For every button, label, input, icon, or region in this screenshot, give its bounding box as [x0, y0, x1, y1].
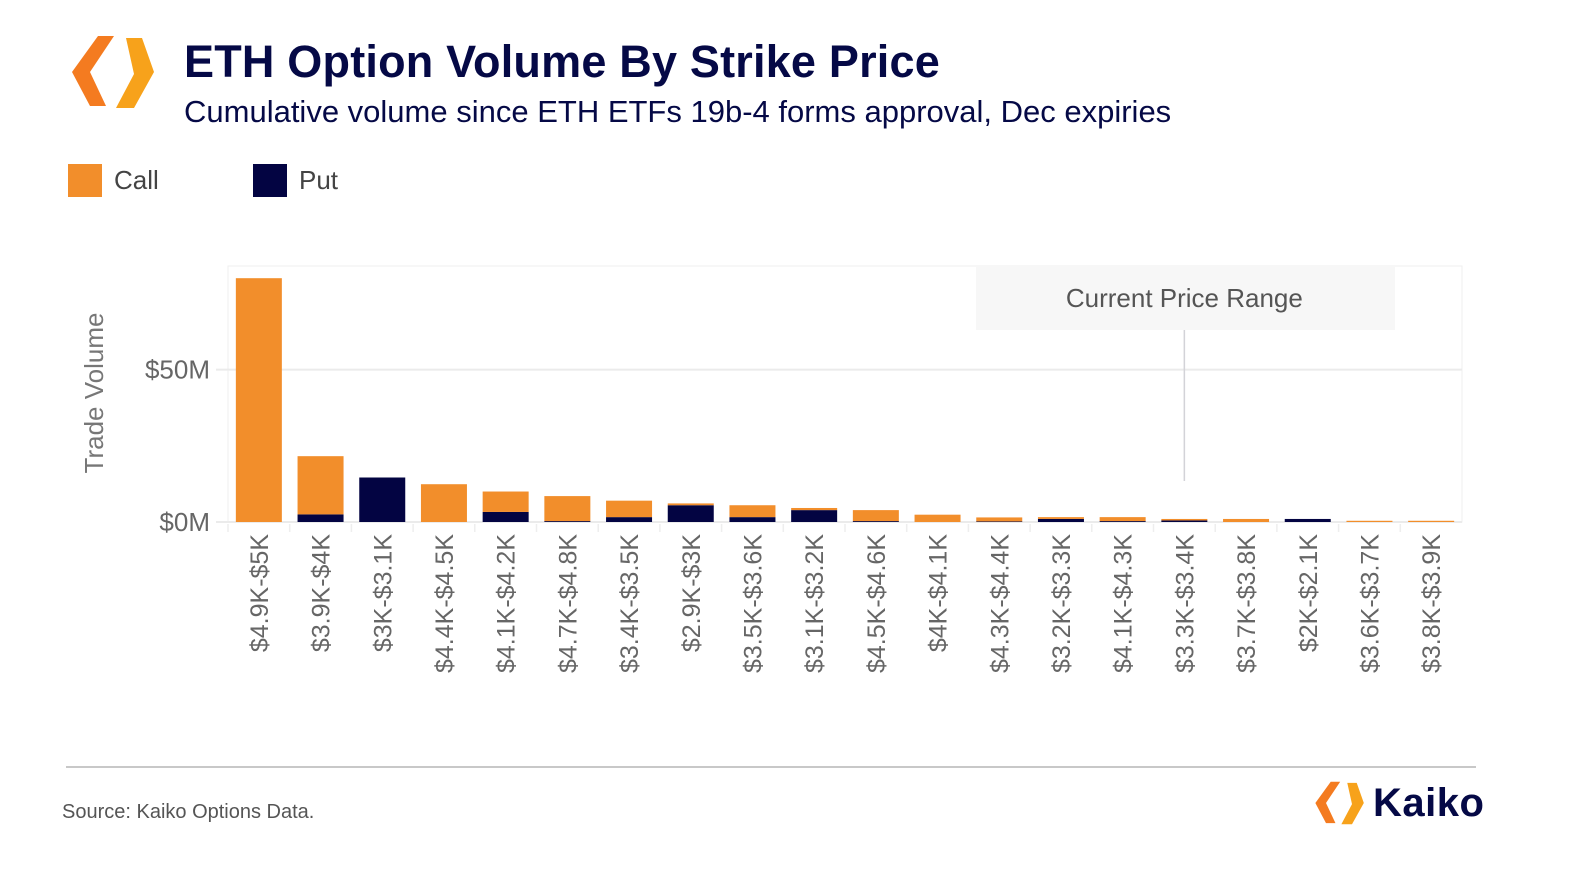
bar-put[interactable]	[852, 521, 899, 522]
x-tick-label: $3.7K-$3.8K	[1233, 534, 1261, 673]
bar-put[interactable]	[1099, 521, 1146, 522]
bar-call[interactable]	[1037, 517, 1084, 519]
x-tick-label: $3.2K-$3.3K	[1048, 534, 1076, 673]
bar-put[interactable]	[482, 511, 529, 522]
x-tick-label: $3.5K-$3.6K	[739, 534, 767, 673]
bar-call[interactable]	[976, 517, 1023, 522]
x-tick-label: $3.3K-$3.4K	[1171, 534, 1199, 673]
y-axis-title: Trade Volume	[79, 313, 109, 474]
x-tick-label: $3.4K-$3.5K	[616, 534, 644, 673]
x-tick-label: $4.7K-$4.8K	[554, 534, 582, 673]
bar-put[interactable]	[791, 510, 838, 522]
x-tick-label: $3.8K-$3.9K	[1418, 534, 1446, 673]
x-tick-label: $3K-$3.1K	[369, 534, 397, 652]
bar-put[interactable]	[297, 514, 344, 522]
brand-logo: Kaiko	[1313, 779, 1484, 827]
annotation: Current Price Range	[976, 266, 1395, 481]
x-tick-label: $4.4K-$4.5K	[431, 534, 459, 673]
bar-call[interactable]	[791, 507, 838, 511]
bar-call[interactable]	[1346, 520, 1393, 522]
bar-call[interactable]	[1161, 518, 1208, 521]
bar-put[interactable]	[729, 517, 776, 522]
x-tick-label: $4.1K-$4.2K	[493, 534, 521, 673]
footer-divider	[66, 766, 1476, 768]
x-tick-label: $3.6K-$3.7K	[1356, 534, 1384, 673]
bar-put[interactable]	[976, 521, 1023, 522]
x-tick-label: $3.9K-$4K	[308, 534, 336, 652]
x-tick-label: $4K-$4.1K	[925, 534, 953, 652]
y-tick-label: $0M	[159, 507, 210, 537]
kaiko-logo-small-icon	[1315, 781, 1364, 825]
x-tick-label: $2K-$2.1K	[1295, 534, 1323, 652]
bar-put[interactable]	[359, 477, 406, 522]
annotation-text: Current Price Range	[1066, 283, 1303, 313]
bar-call[interactable]	[1099, 517, 1146, 522]
bar-put[interactable]	[544, 521, 591, 522]
bar-call[interactable]	[1408, 520, 1455, 522]
x-tick-label: $3.1K-$3.2K	[801, 534, 829, 673]
x-tick-label: $4.3K-$4.4K	[986, 534, 1014, 673]
bar-call[interactable]	[914, 514, 961, 522]
bar-call[interactable]	[852, 510, 899, 522]
bar-call[interactable]	[544, 496, 591, 522]
axes: Trade Volume $0M $50M $4.9K-$5K $3.9K-$4K $3…	[79, 313, 1446, 673]
bar-put[interactable]	[667, 505, 714, 522]
bar-call[interactable]	[235, 278, 282, 522]
bar-call[interactable]	[729, 505, 776, 518]
x-tick-label: $4.9K-$5K	[246, 534, 274, 652]
y-tick-label: $50M	[145, 355, 210, 385]
bar-call[interactable]	[297, 456, 344, 515]
source-note: Source: Kaiko Options Data.	[62, 801, 315, 823]
bar-put[interactable]	[1037, 518, 1084, 522]
bar-put[interactable]	[606, 517, 653, 522]
bar-call[interactable]	[1223, 518, 1270, 522]
x-tick-label: $4.5K-$4.6K	[863, 534, 891, 673]
bar-call[interactable]	[667, 503, 714, 506]
bar-call[interactable]	[420, 484, 467, 522]
x-tick-label: $4.1K-$4.3K	[1110, 534, 1138, 673]
brand-name: Kaiko	[1373, 780, 1485, 825]
bar-put[interactable]	[1161, 520, 1208, 522]
x-tick-label: $2.9K-$3K	[678, 534, 706, 652]
bar-chart: Current Price Range Trade Volume $0M $50M…	[79, 265, 1463, 673]
bar-put[interactable]	[1284, 518, 1331, 522]
bar-call[interactable]	[482, 491, 529, 512]
bar-call[interactable]	[606, 500, 653, 518]
